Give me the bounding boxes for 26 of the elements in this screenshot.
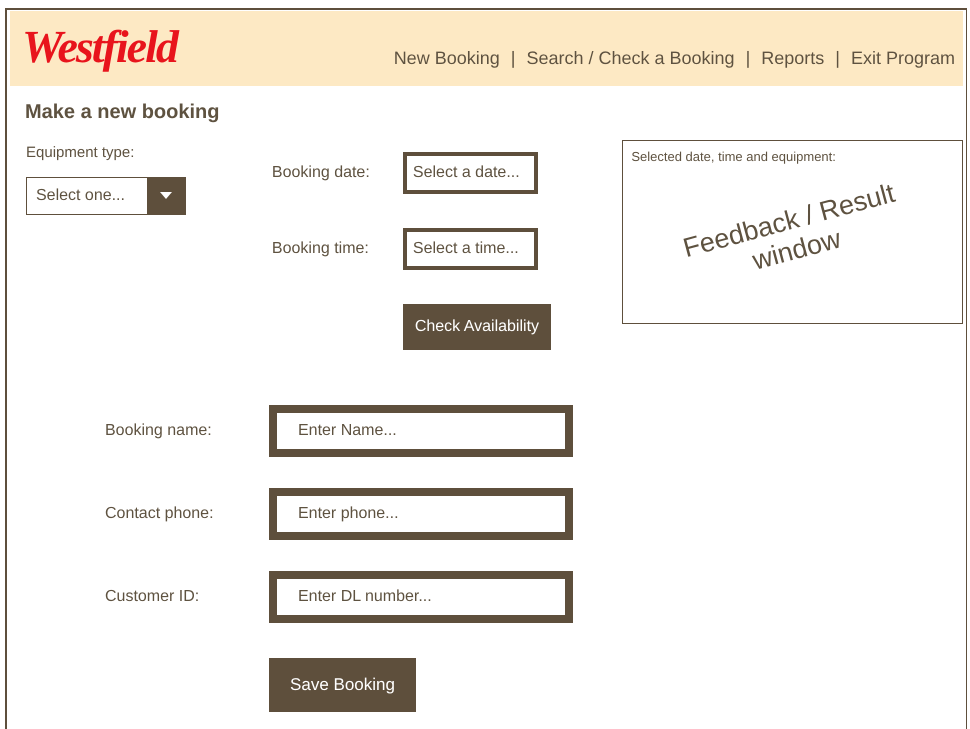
feedback-heading: Selected date, time and equipment: xyxy=(631,148,837,166)
nav-separator: | xyxy=(746,47,750,70)
nav-separator: | xyxy=(510,47,516,70)
nav-link[interactable]: Search / Check a Booking xyxy=(526,45,735,72)
date-field[interactable]: Select a date... xyxy=(402,152,538,194)
nav-link[interactable]: New Booking xyxy=(394,45,500,72)
field-label: Equipment type: xyxy=(26,143,136,163)
dropdown-placeholder: Select one... xyxy=(35,186,126,206)
caret-icon xyxy=(147,178,185,214)
equipment-dropdown[interactable]: Select one... xyxy=(26,176,186,214)
field-label: Booking date: xyxy=(272,163,371,183)
save-booking-button[interactable]: Save Booking xyxy=(269,658,416,712)
logo: Westfield xyxy=(22,24,177,70)
field-label: Booking time: xyxy=(272,239,370,259)
time-field[interactable]: Select a time... xyxy=(402,228,538,270)
field-label: Booking name: xyxy=(105,421,213,441)
check-availability-button[interactable]: Check Availability xyxy=(402,304,551,350)
page-title: Make a new booking xyxy=(25,100,220,125)
nav-separator: | xyxy=(835,47,840,70)
nav-link[interactable]: Reports xyxy=(761,45,824,72)
input-field[interactable]: Enter Name... xyxy=(269,405,573,457)
nav-link[interactable]: Exit Program xyxy=(850,45,955,72)
input-field[interactable]: Enter DL number... xyxy=(269,571,573,623)
field-label: Customer ID: xyxy=(105,587,200,607)
field-label: Contact phone: xyxy=(105,504,215,524)
input-field[interactable]: Enter phone... xyxy=(269,488,573,540)
